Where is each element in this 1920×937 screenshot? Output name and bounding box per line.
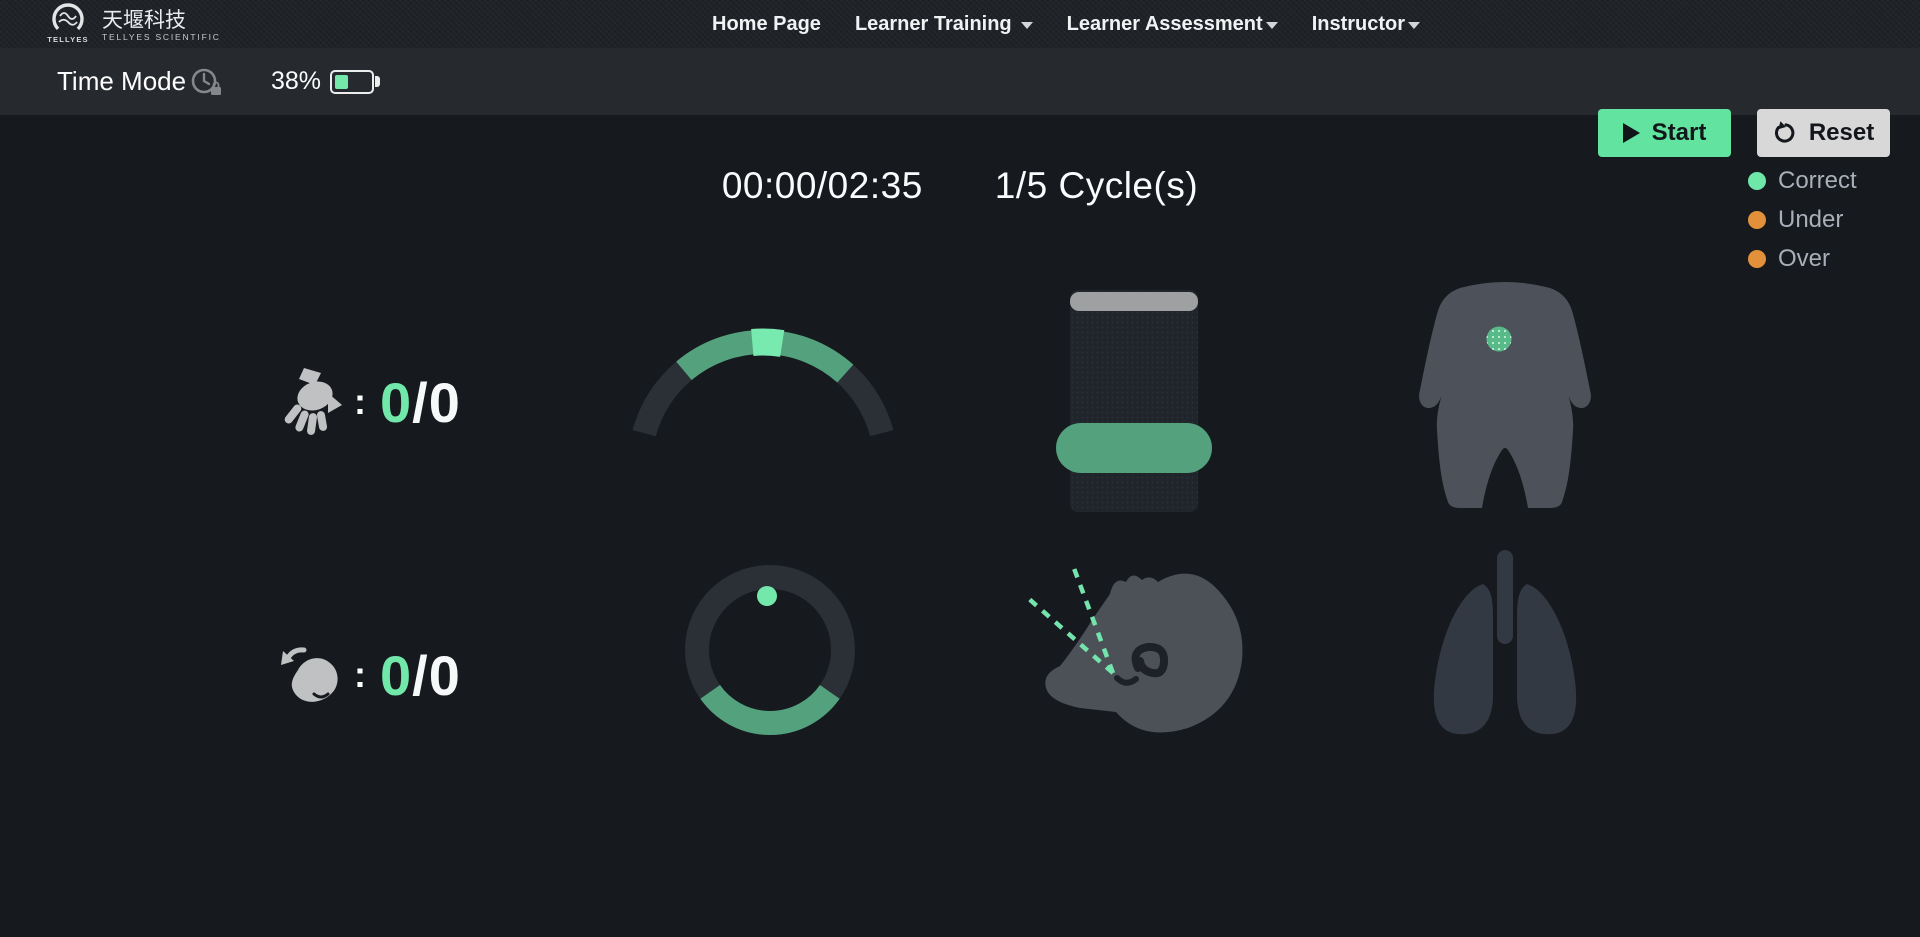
lungs-icon (1405, 548, 1605, 743)
compression-depth-bar (1056, 290, 1212, 512)
clock-lock-icon (190, 66, 224, 98)
ventilation-count: 0 / 0 (380, 643, 461, 708)
nav-menu: Home Page Learner Training Learner Asses… (712, 0, 1420, 48)
battery-fill (335, 75, 348, 89)
top-navbar: TELLYES 天堰科技 TELLYES SCIENTIFIC Home Pag… (0, 0, 1920, 48)
brand-name-en: TELLYES SCIENTIFIC (102, 32, 221, 42)
chevron-down-icon (1021, 22, 1033, 29)
compression-counter: : 0 / 0 (284, 365, 461, 439)
battery-status: 38% (271, 48, 380, 115)
nav-item-label: Instructor (1312, 13, 1405, 36)
tellyes-logo-icon: TELLYES (46, 2, 90, 48)
session-header: 00:00/02:35 1/5 Cycle(s) (0, 165, 1920, 207)
time-mode-label: Time Mode (57, 66, 186, 97)
count-slash: / (412, 643, 429, 708)
body-silhouette (1400, 280, 1610, 510)
start-button-label: Start (1652, 119, 1707, 147)
chevron-down-icon (1266, 22, 1278, 29)
reset-button[interactable]: Reset (1757, 109, 1890, 157)
colon-separator: : (354, 381, 366, 423)
battery-icon (330, 70, 374, 94)
brand-name-cn: 天堰科技 (102, 9, 221, 32)
under-dot-icon (1748, 211, 1766, 229)
rate-indicator-dot (757, 586, 777, 606)
time-mode-control[interactable]: Time Mode (57, 48, 224, 115)
legend-label: Over (1778, 245, 1830, 273)
battery-percent: 38% (271, 67, 321, 96)
compression-count-total: 0 (429, 370, 461, 435)
compression-rate-gauge (623, 318, 903, 468)
reset-icon (1773, 121, 1797, 145)
legend-item-correct: Correct (1748, 168, 1857, 194)
legend-label: Under (1778, 206, 1843, 234)
reset-button-label: Reset (1809, 119, 1874, 147)
start-button[interactable]: Start (1598, 109, 1731, 157)
cpr-training-screen: TELLYES 天堰科技 TELLYES SCIENTIFIC Home Pag… (0, 0, 1920, 937)
battery-nub (375, 76, 380, 87)
ventilation-count-current: 0 (380, 643, 412, 708)
ventilation-count-total: 0 (429, 643, 461, 708)
toolbar: Time Mode 38% Start Reset (0, 48, 1920, 115)
ventilation-rate-gauge (680, 556, 860, 736)
logo-text: TELLYES (47, 35, 88, 44)
nav-item-label: Learner Training (855, 13, 1012, 36)
legend-item-under: Under (1748, 207, 1857, 233)
depth-bar-track (1070, 290, 1198, 512)
correct-dot-icon (1748, 172, 1766, 190)
legend-item-over: Over (1748, 246, 1857, 272)
ventilation-head-icon (280, 638, 342, 712)
brand-logo[interactable]: TELLYES 天堰科技 TELLYES SCIENTIFIC (46, 2, 221, 48)
compression-count: 0 / 0 (380, 370, 461, 435)
logo-circle-icon (48, 2, 88, 38)
status-legend: Correct Under Over (1748, 168, 1857, 272)
nav-item-learner-assessment[interactable]: Learner Assessment (1067, 13, 1278, 36)
depth-bar-top-marker (1070, 292, 1198, 311)
colon-separator: : (354, 654, 366, 696)
compression-hands-icon (284, 365, 342, 439)
cycle-counter: 1/5 Cycle(s) (995, 165, 1198, 207)
over-dot-icon (1748, 250, 1766, 268)
count-slash: / (412, 370, 429, 435)
nav-item-instructor[interactable]: Instructor (1312, 13, 1420, 36)
ventilation-counter: : 0 / 0 (280, 638, 461, 712)
head-tilt-silhouette (1020, 550, 1250, 745)
nav-item-label: Learner Assessment (1067, 13, 1263, 36)
compression-count-current: 0 (380, 370, 412, 435)
legend-label: Correct (1778, 167, 1857, 195)
nav-item-learner-training[interactable]: Learner Training (855, 13, 1033, 36)
depth-target-zone (1056, 423, 1212, 473)
chevron-down-icon (1408, 22, 1420, 29)
nav-item-label: Home Page (712, 13, 821, 36)
nav-item-home-page[interactable]: Home Page (712, 13, 821, 36)
play-icon (1623, 123, 1640, 143)
session-timer: 00:00/02:35 (722, 165, 923, 207)
